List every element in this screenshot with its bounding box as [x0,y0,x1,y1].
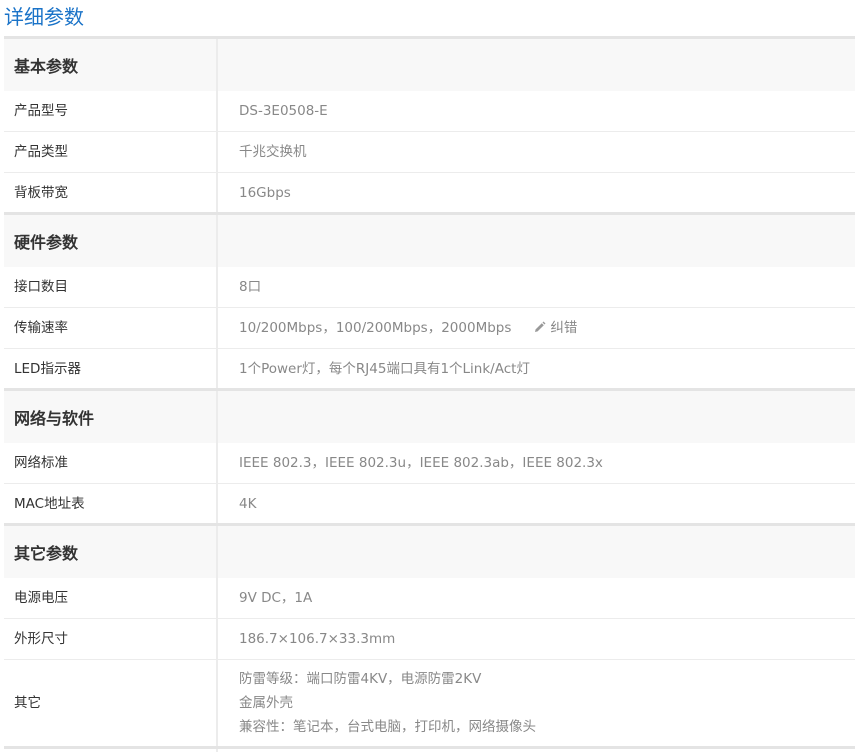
section-header-basic: 基本参数 [4,36,855,91]
spec-table: 基本参数 产品型号 DS-3E0508-E 产品类型 千兆交换机 背板带宽 16… [4,36,855,752]
spec-row: LED指示器 1个Power灯，每个RJ45端口具有1个Link/Act灯 [4,348,855,390]
spec-row: 其它 防雷等级：端口防雷4KV，电源防雷2KV 金属外壳 兼容性：笔记本，台式电… [4,659,855,748]
spec-key: LED指示器 [4,348,218,390]
section-title: 其它参数 [4,523,218,578]
section-title: 硬件参数 [4,212,218,267]
spec-row: MAC地址表 4K [4,483,855,525]
spec-key: 网络标准 [4,442,218,484]
spec-key: 背板带宽 [4,172,218,214]
spec-key: 产品型号 [4,90,218,132]
spec-value: DS-3E0508-E [217,90,855,132]
spec-key: 传输速率 [4,307,218,349]
section-header-other: 其它参数 [4,523,855,578]
spec-value-line: 防雷等级：端口防雷4KV，电源防雷2KV [239,671,482,687]
spec-key: 接口数目 [4,266,218,308]
page-title: 详细参数 [4,5,84,29]
spec-row: 网络标准 IEEE 802.3，IEEE 802.3u，IEEE 802.3ab… [4,442,855,484]
spec-value: 186.7×106.7×33.3mm [217,618,855,660]
spec-value-line: 兼容性：笔记本，台式电脑，打印机，网络摄像头 [239,719,536,735]
spec-value-multiline: 防雷等级：端口防雷4KV，电源防雷2KV 金属外壳 兼容性：笔记本，台式电脑，打… [217,660,855,748]
spec-key: 产品类型 [4,131,218,173]
section-title: 基本参数 [4,36,218,91]
spec-row: 外形尺寸 186.7×106.7×33.3mm [4,618,855,660]
spec-value: 8口 [217,266,855,308]
spec-row: 传输速率 10/200Mbps，100/200Mbps，2000Mbps 纠错 [4,307,855,349]
spec-key: 外形尺寸 [4,618,218,660]
spec-row: 背板带宽 16Gbps [4,172,855,214]
spec-value: 4K [239,495,257,512]
correction-label: 纠错 [550,320,578,336]
spec-key: 其它 [4,659,218,748]
spec-value: 1个Power灯，每个RJ45端口具有1个Link/Act灯 [239,360,530,377]
spec-row: 产品型号 DS-3E0508-E [4,90,855,132]
spec-value-cell: 10/200Mbps，100/200Mbps，2000Mbps 纠错 [217,307,855,349]
spec-value: 千兆交换机 [217,131,855,173]
section-title: 网络与软件 [4,388,218,443]
table-bottom-border [4,746,855,752]
correction-link[interactable]: 纠错 [533,320,577,336]
spec-key: MAC地址表 [4,483,218,525]
spec-value: 10/200Mbps，100/200Mbps，2000Mbps [239,320,512,336]
pencil-icon [535,321,546,332]
spec-value: 9V DC，1A [217,577,855,619]
spec-row: 电源电压 9V DC，1A [4,577,855,619]
spec-value: 16Gbps [239,184,291,201]
spec-value-line: 金属外壳 [239,695,293,711]
spec-key: 电源电压 [4,577,218,619]
spec-row: 接口数目 8口 [4,266,855,308]
spec-row: 产品类型 千兆交换机 [4,131,855,173]
section-header-hardware: 硬件参数 [4,212,855,267]
section-header-network: 网络与软件 [4,388,855,443]
spec-value: IEEE 802.3，IEEE 802.3u，IEEE 802.3ab，IEEE… [217,442,855,484]
